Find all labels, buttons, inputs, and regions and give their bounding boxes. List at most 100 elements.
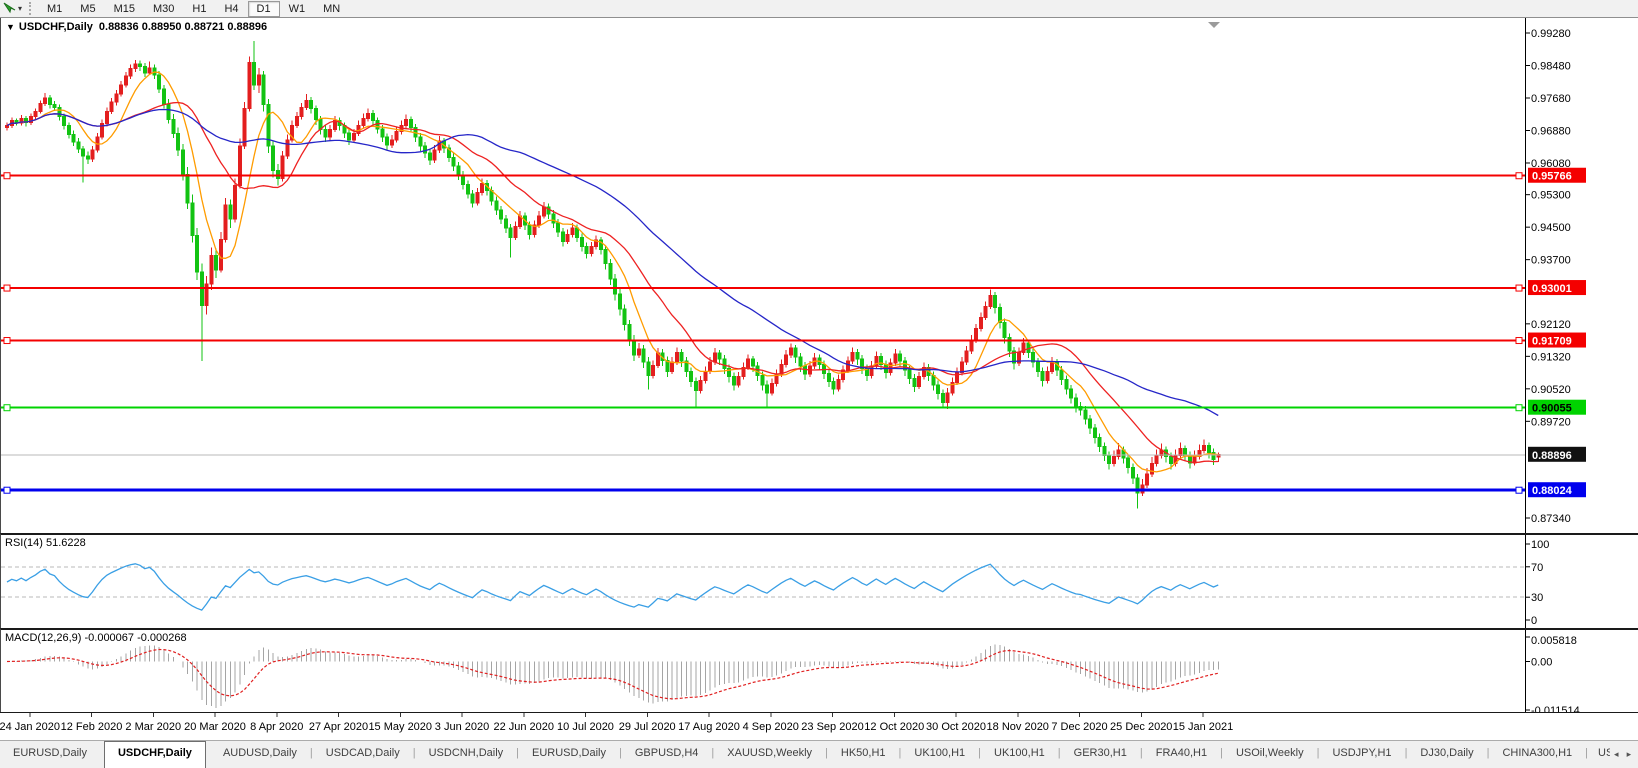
date-label: 2 Mar 2020	[125, 721, 181, 733]
date-label: 24 Jan 2020	[0, 721, 60, 733]
date-label: 22 Jun 2020	[493, 721, 554, 733]
timeframe-m5-button[interactable]: M5	[71, 1, 104, 17]
date-label: 23 Sep 2020	[801, 721, 863, 733]
rsi-plot: 100 70 30 0	[1, 535, 1638, 630]
tab-usdcnh-daily[interactable]: USDCNH,Daily	[416, 741, 517, 768]
date-label: 8 Apr 2020	[250, 721, 303, 733]
svg-text:100: 100	[1531, 539, 1549, 551]
date-label: 10 Jul 2020	[557, 721, 614, 733]
timeframe-m30-button[interactable]: M30	[144, 1, 183, 17]
svg-text:0.88896: 0.88896	[1532, 450, 1572, 462]
svg-text:0.93001: 0.93001	[1532, 283, 1572, 295]
hline-0.91709[interactable]	[1, 338, 1525, 344]
hline-0.88024[interactable]	[1, 487, 1525, 493]
rsi-label: RSI(14) 51.6228	[5, 537, 86, 549]
date-axis[interactable]: 24 Jan 202012 Feb 20202 Mar 202020 Mar 2…	[0, 712, 1638, 740]
date-label: 12 Oct 2020	[864, 721, 924, 733]
timeframe-m1-button[interactable]: M1	[38, 1, 71, 17]
ma-fast-line	[7, 72, 1218, 472]
svg-text:0.91320: 0.91320	[1531, 351, 1571, 363]
tab-scroll-left-button[interactable]: ◂	[1610, 741, 1623, 768]
chevron-down-icon[interactable]: ▾	[18, 4, 22, 13]
date-label: 3 Jun 2020	[435, 721, 489, 733]
main-price-chart[interactable]: ▼ USDCHF,Daily 0.88836 0.88950 0.88721 0.8…	[0, 18, 1638, 533]
svg-text:0.91709: 0.91709	[1532, 336, 1572, 348]
svg-text:0.87340: 0.87340	[1531, 513, 1571, 525]
rsi-line	[7, 564, 1218, 610]
svg-text:0.95766: 0.95766	[1532, 171, 1572, 183]
tab-usdchf-daily[interactable]: USDCHF,Daily	[104, 741, 206, 768]
svg-text:0.95300: 0.95300	[1531, 190, 1571, 202]
tab-usoil-weekly[interactable]: USOil,Weekly	[1223, 741, 1317, 768]
svg-text:0.90055: 0.90055	[1532, 403, 1572, 415]
svg-text:0.97680: 0.97680	[1531, 93, 1571, 105]
symbol-dropdown-icon[interactable]: ▼	[6, 22, 15, 32]
chart-title: ▼ USDCHF,Daily 0.88836 0.88950 0.88721 0.8…	[6, 21, 267, 33]
tab-fra40-h1[interactable]: FRA40,H1	[1143, 741, 1220, 768]
hline-0.95766[interactable]	[1, 173, 1525, 179]
tab-usdjpy-h1[interactable]: USDJPY,H1	[1319, 741, 1404, 768]
svg-text:0.94500: 0.94500	[1531, 222, 1571, 234]
macd-signal-line	[7, 650, 1218, 699]
svg-text:0.93700: 0.93700	[1531, 255, 1571, 267]
hline-0.93001[interactable]	[1, 285, 1525, 291]
macd-label: MACD(12,26,9) -0.000067 -0.000268	[5, 632, 187, 644]
svg-text:0.89720: 0.89720	[1531, 416, 1571, 428]
svg-text:0.00: 0.00	[1531, 657, 1552, 669]
chart-shift-marker[interactable]	[1208, 22, 1220, 28]
svg-text:0.98480: 0.98480	[1531, 60, 1571, 72]
rsi-indicator-panel[interactable]: RSI(14) 51.6228 100 70 30 0	[0, 533, 1638, 628]
chart-ohlc-values: 0.88836 0.88950 0.88721 0.88896	[99, 21, 267, 33]
date-label: 4 Sep 2020	[743, 721, 799, 733]
tab-gbpusd-h4[interactable]: GBPUSD,H4	[622, 741, 712, 768]
rsi-value: 51.6228	[46, 537, 86, 549]
svg-text:0.88024: 0.88024	[1532, 485, 1573, 497]
chart-symbol-period: USDCHF,Daily	[19, 21, 93, 33]
timeframe-h1-button[interactable]: H1	[183, 1, 215, 17]
tab-hk50-h1[interactable]: HK50,H1	[828, 741, 899, 768]
svg-text:0.99280: 0.99280	[1531, 28, 1571, 40]
tab-uk100-h1[interactable]: UK100,H1	[981, 741, 1058, 768]
macd-values: -0.000067 -0.000268	[84, 632, 186, 644]
tab-audusd-daily[interactable]: AUDUSD,Daily	[210, 741, 310, 768]
svg-text:30: 30	[1531, 592, 1543, 604]
date-label: 7 Dec 2020	[1051, 721, 1107, 733]
toolbar-grip[interactable]	[29, 2, 34, 15]
date-label: 20 Mar 2020	[184, 721, 246, 733]
tab-eurusd-daily[interactable]: EURUSD,Daily	[519, 741, 619, 768]
tab-xauusd-weekly[interactable]: XAUUSD,Weekly	[714, 741, 825, 768]
timeframe-toolbar: ▾ M1 M5 M15 M30 H1 H4 D1 W1 MN	[0, 0, 1638, 18]
chart-cursor-icon[interactable]	[2, 2, 16, 15]
candlestick-plot[interactable]: 0.992800.984800.976800.968800.960800.953…	[1, 18, 1638, 533]
macd-indicator-panel[interactable]: MACD(12,26,9) -0.000067 -0.000268 0.0058…	[0, 628, 1638, 712]
timeframe-mn-button[interactable]: MN	[314, 1, 349, 17]
tab-dj30-daily[interactable]: DJ30,Daily	[1407, 741, 1486, 768]
tab-ger30-h1[interactable]: GER30,H1	[1061, 741, 1140, 768]
hline-0.90055[interactable]	[1, 405, 1525, 411]
chart-tab-bar: EURUSD,DailyUSDCHF,DailyAUDUSD,Daily|USD…	[0, 740, 1638, 768]
date-label: 25 Dec 2020	[1110, 721, 1172, 733]
tab-usdcad-daily[interactable]: USDCAD,Daily	[313, 741, 413, 768]
date-label: 15 May 2020	[368, 721, 432, 733]
svg-text:70: 70	[1531, 562, 1543, 574]
timeframe-m15-button[interactable]: M15	[105, 1, 144, 17]
candles-layer	[6, 41, 1220, 509]
svg-text:0.005818: 0.005818	[1531, 635, 1577, 647]
tab-china300-h1[interactable]: CHINA300,H1	[1489, 741, 1585, 768]
date-label: 15 Jan 2021	[1173, 721, 1234, 733]
svg-text:0.92120: 0.92120	[1531, 319, 1571, 331]
tab-eurusd-daily[interactable]: EURUSD,Daily	[0, 741, 100, 768]
svg-text:0.90520: 0.90520	[1531, 384, 1571, 396]
svg-text:0: 0	[1531, 615, 1537, 627]
svg-text:0.96880: 0.96880	[1531, 125, 1571, 137]
date-label: 18 Nov 2020	[987, 721, 1049, 733]
date-label: 27 Apr 2020	[309, 721, 368, 733]
timeframe-w1-button[interactable]: W1	[280, 1, 315, 17]
tab-uk100-h1[interactable]: UK100,H1	[901, 741, 978, 768]
timeframe-d1-button[interactable]: D1	[248, 1, 280, 17]
timeframe-h4-button[interactable]: H4	[215, 1, 247, 17]
date-label: 30 Oct 2020	[926, 721, 986, 733]
date-label: 29 Jul 2020	[619, 721, 676, 733]
tab-scroll-right-button[interactable]: ▸	[1623, 741, 1636, 768]
tab-overflow-partial[interactable]: US	[1588, 741, 1610, 768]
